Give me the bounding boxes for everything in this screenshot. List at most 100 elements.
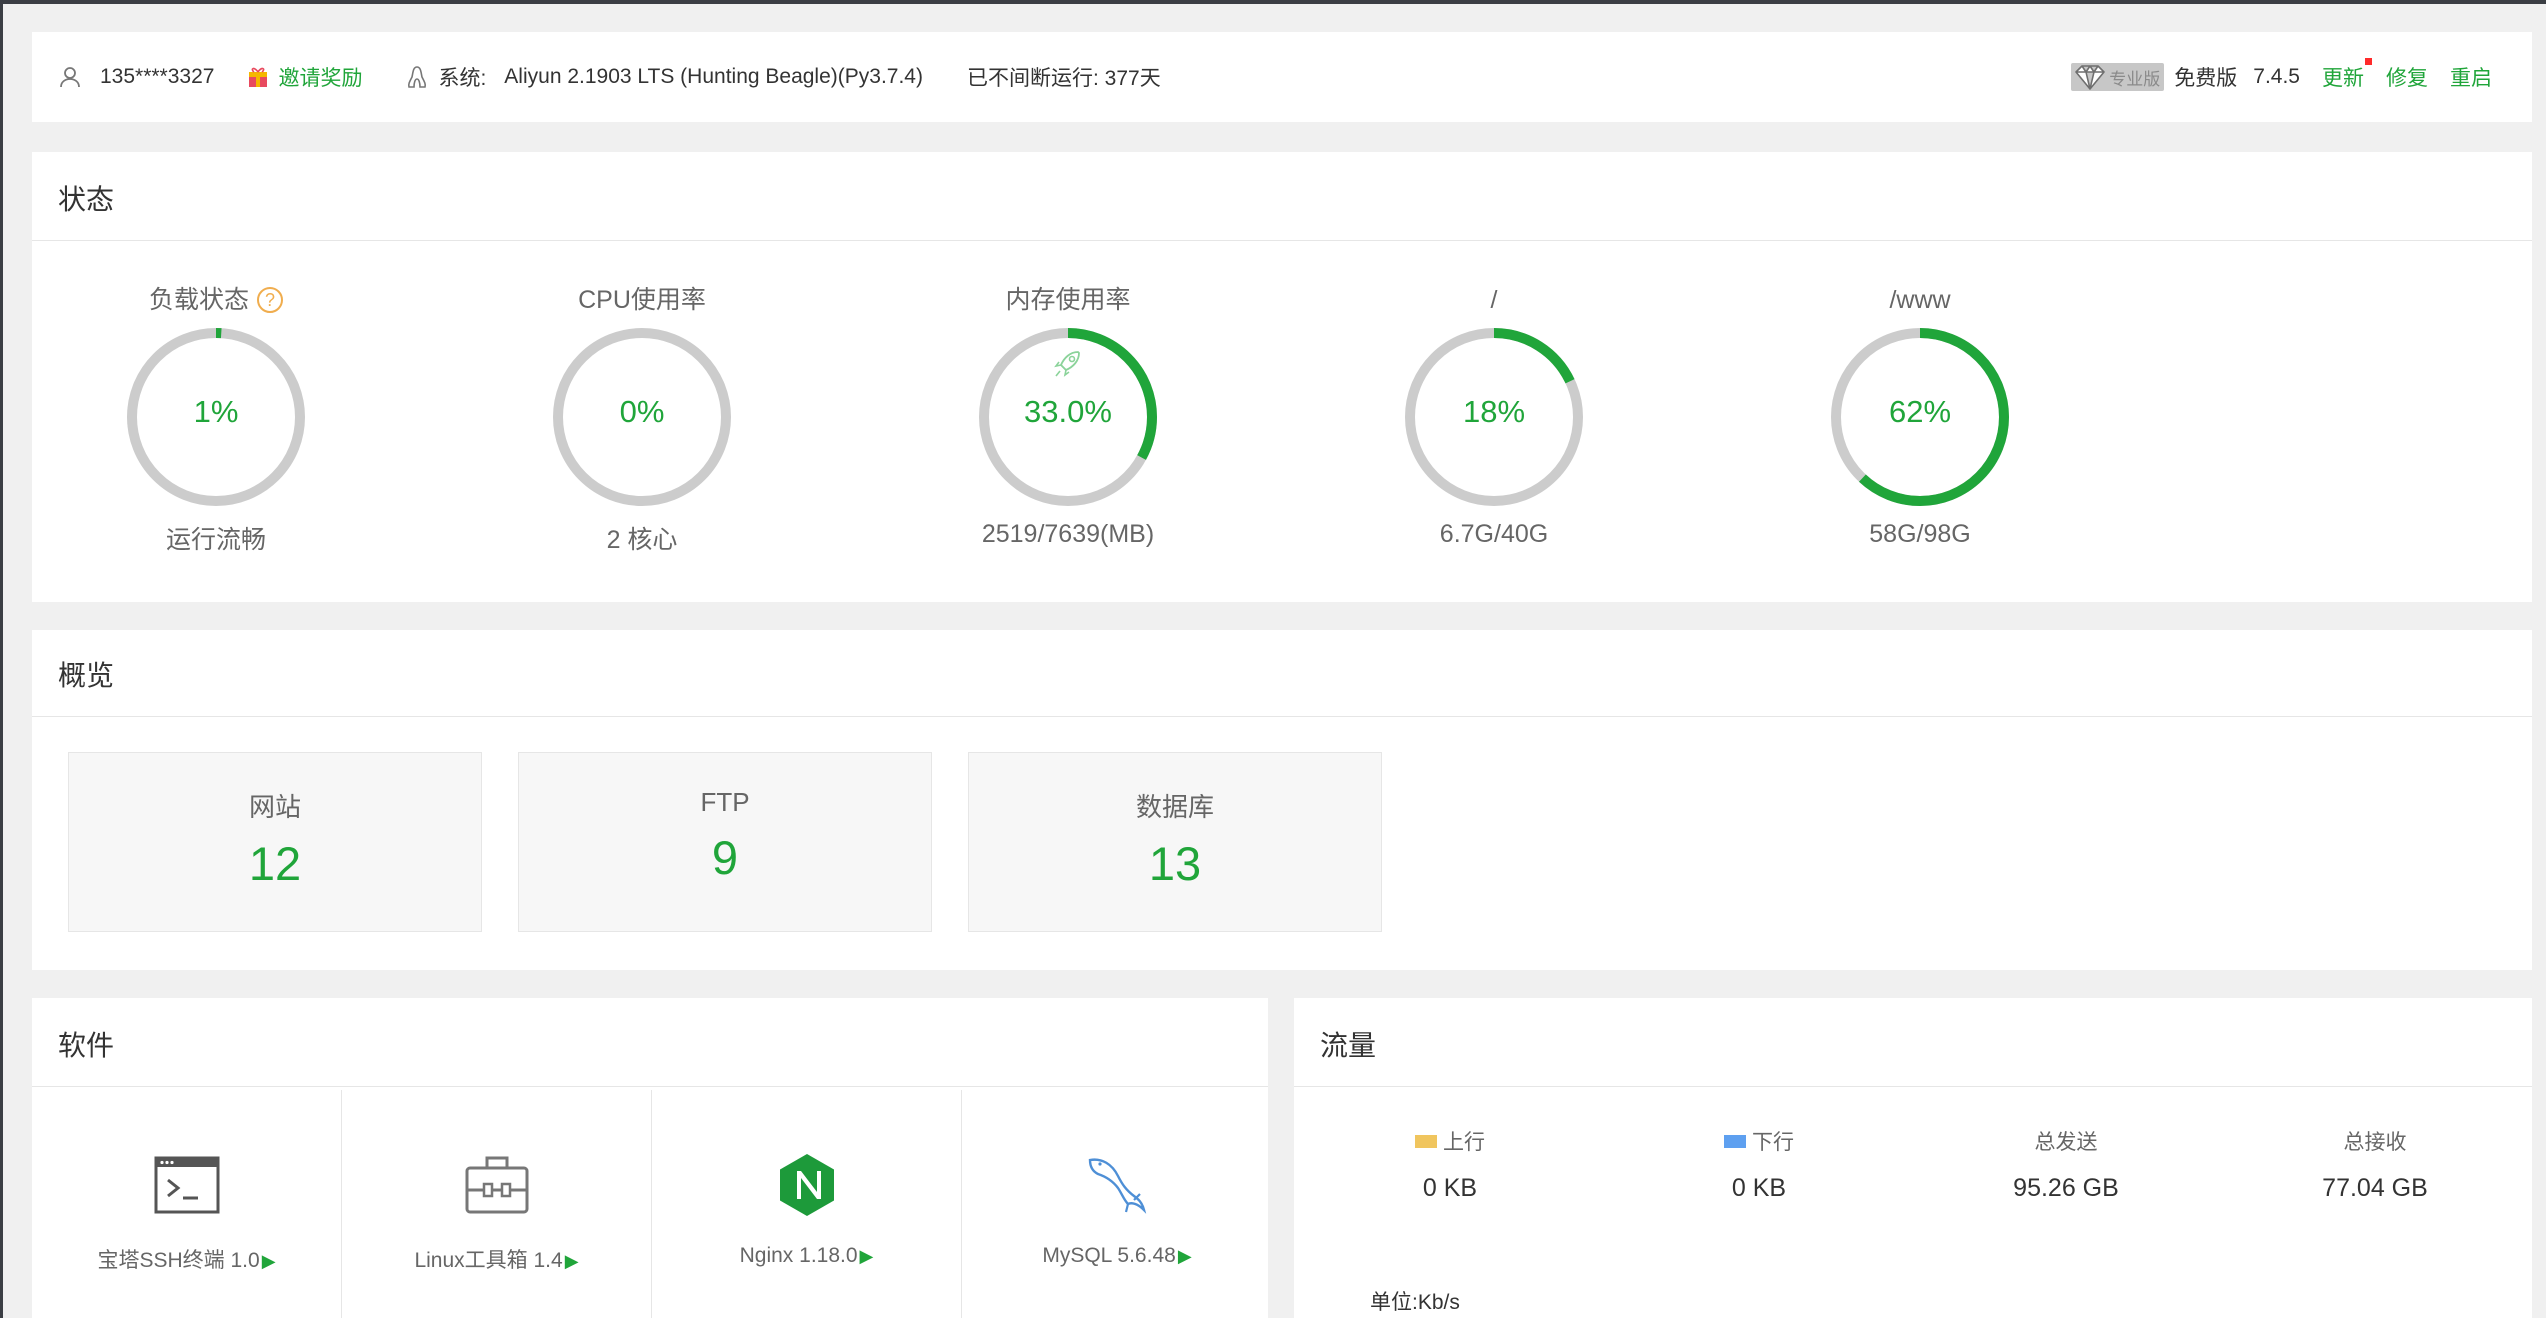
linux-icon <box>406 65 428 89</box>
user-phone: 135****3327 <box>100 65 215 88</box>
overview-card-count: 9 <box>711 831 739 884</box>
gauge-load[interactable]: 负载状态? 1% 运行流畅 <box>106 282 326 556</box>
gauge-label: CPU使用率 <box>578 286 706 314</box>
traffic-upload: 上行 0 KB <box>1350 1126 1550 1203</box>
traffic-download-label: 下行 <box>1752 1131 1794 1154</box>
gauge-value: 62% <box>1888 394 1952 429</box>
traffic-divider <box>1294 1086 2532 1087</box>
system-label: 系统: <box>438 67 487 90</box>
overview-panel: 概览 网站 12 FTP 9 数据库 13 <box>32 630 2532 970</box>
software-divider <box>32 1086 1268 1087</box>
update-label: 更新 <box>2322 67 2364 90</box>
software-item-label: Nginx 1.18.0 <box>739 1244 858 1267</box>
gauge-label: 内存使用率 <box>1005 286 1131 314</box>
gauge-sub: 58G/98G <box>1869 520 1971 548</box>
rocket-icon[interactable] <box>1052 348 1084 380</box>
terminal-icon <box>152 1150 222 1220</box>
gauge-value: 33.0% <box>1024 394 1112 429</box>
overview-card-name: FTP <box>700 787 750 817</box>
restart-button[interactable]: 重启 <box>2450 62 2492 92</box>
overview-card-name: 数据库 <box>1135 792 1214 822</box>
gauge-cpu[interactable]: CPU使用率 0% 2 核心 <box>532 282 752 556</box>
overview-card-ftp[interactable]: FTP 9 <box>518 752 932 932</box>
invite-label: 邀请奖励 <box>278 67 363 90</box>
software-item-label-wrap: MySQL 5.6.48 ▶ <box>962 1244 1272 1268</box>
user-icon <box>58 65 82 89</box>
overview-card-count: 12 <box>248 837 302 890</box>
software-item-label: Linux工具箱 1.4 <box>414 1249 563 1272</box>
update-button[interactable]: 更新 <box>2322 58 2372 92</box>
uptime-text: 已不间断运行: 377天 <box>966 67 1161 90</box>
play-icon[interactable]: ▶ <box>1178 1246 1192 1266</box>
gauge-value: 0% <box>619 394 665 429</box>
invite-reward-link[interactable]: 邀请奖励 <box>248 62 362 92</box>
gauge-disk-root[interactable]: / 18% 6.7G/40G <box>1384 282 1604 549</box>
software-item-linux-toolbox[interactable]: Linux工具箱 1.4 ▶ <box>342 1090 652 1318</box>
software-item-label-wrap: Nginx 1.18.0 ▶ <box>652 1244 961 1268</box>
window-frame-top <box>0 0 2546 4</box>
toolbox-icon <box>462 1150 532 1220</box>
mysql-dolphin-icon <box>1082 1150 1152 1220</box>
version-number: 7.4.5 <box>2253 65 2300 88</box>
gauge-label: 负载状态 <box>148 286 249 314</box>
user-info[interactable]: 135****3327 <box>58 65 214 89</box>
status-title: 状态 <box>58 184 115 215</box>
gauge-sub: 2519/7639(MB) <box>981 520 1155 548</box>
gauge-ring: 18% <box>1401 324 1587 510</box>
system-info: 系统: Aliyun 2.1903 LTS (Hunting Beagle)(P… <box>406 62 923 92</box>
update-notification-dot <box>2365 58 2372 65</box>
software-panel: 软件 宝塔SSH终端 1.0 ▶ Linux工具箱 1.4 ▶ Nginx 1.18… <box>32 998 1268 1318</box>
traffic-sent-label: 总发送 <box>2034 1131 2098 1154</box>
help-icon[interactable]: ? <box>257 287 283 313</box>
overview-title: 概览 <box>58 660 115 691</box>
software-item-ssh-terminal[interactable]: 宝塔SSH终端 1.0 ▶ <box>32 1090 342 1318</box>
gauge-sub: 运行流畅 <box>165 526 266 554</box>
repair-button[interactable]: 修复 <box>2386 62 2428 92</box>
play-icon[interactable]: ▶ <box>565 1251 579 1271</box>
traffic-total-received: 总接收 77.04 GB <box>2275 1126 2475 1203</box>
software-item-mysql[interactable]: MySQL 5.6.48 ▶ <box>962 1090 1272 1318</box>
play-icon[interactable]: ▶ <box>860 1246 874 1266</box>
gauge-label-wrap: 负载状态? <box>106 282 326 318</box>
traffic-download: 下行 0 KB <box>1659 1126 1859 1203</box>
traffic-unit-label: 单位:Kb/s <box>1370 1291 1460 1314</box>
gauge-disk-www[interactable]: /www 62% 58G/98G <box>1810 282 2030 549</box>
overview-card-count: 13 <box>1148 837 1202 890</box>
play-icon[interactable]: ▶ <box>262 1251 276 1271</box>
software-item-label-wrap: 宝塔SSH终端 1.0 ▶ <box>32 1244 341 1274</box>
software-title: 软件 <box>58 1030 115 1061</box>
download-legend-swatch <box>1724 1134 1746 1148</box>
gauge-ring: 33.0% <box>975 324 1161 510</box>
gauge-sub: 2 核心 <box>606 526 678 554</box>
gauge-value: 1% <box>193 394 239 429</box>
system-value: Aliyun 2.1903 LTS (Hunting Beagle)(Py3.7… <box>504 65 923 88</box>
traffic-download-value: 0 KB <box>1731 1174 1787 1202</box>
traffic-sent-value: 95.26 GB <box>2013 1174 2119 1202</box>
upload-legend-swatch <box>1415 1134 1437 1148</box>
overview-card-name: 网站 <box>248 792 301 822</box>
pro-edition-badge[interactable]: 专业版 <box>2071 63 2165 91</box>
window-frame-left <box>0 0 3 1318</box>
status-divider <box>32 240 2532 241</box>
overview-card-databases[interactable]: 数据库 13 <box>968 752 1382 932</box>
overview-card-websites[interactable]: 网站 12 <box>68 752 482 932</box>
traffic-recv-value: 77.04 GB <box>2322 1174 2428 1202</box>
gauge-label: / <box>1490 286 1498 314</box>
gauge-ring: 62% <box>1827 324 2013 510</box>
diamond-icon <box>2071 63 2109 91</box>
traffic-upload-label-wrap: 上行 <box>1350 1126 1550 1156</box>
gauge-memory[interactable]: 内存使用率 33.0% 2519/7639(MB) <box>958 282 1178 549</box>
gift-icon <box>248 66 268 88</box>
traffic-panel: 流量 上行 0 KB 下行 0 KB 总发送 95.26 GB 总接收 77.0… <box>1294 998 2532 1318</box>
pro-badge-label: 专业版 <box>2109 69 2161 89</box>
overview-divider <box>32 716 2532 717</box>
gauge-ring: 1% <box>123 324 309 510</box>
traffic-title: 流量 <box>1320 1030 1377 1061</box>
gauge-sub: 6.7G/40G <box>1439 520 1549 548</box>
version-controls: 专业版 免费版 7.4.5 更新 修复 重启 <box>2071 58 2532 92</box>
software-item-label: MySQL 5.6.48 <box>1042 1244 1176 1267</box>
software-item-nginx[interactable]: Nginx 1.18.0 ▶ <box>652 1090 962 1318</box>
traffic-upload-label: 上行 <box>1443 1131 1485 1154</box>
traffic-download-label-wrap: 下行 <box>1659 1126 1859 1156</box>
nginx-icon <box>772 1150 842 1220</box>
